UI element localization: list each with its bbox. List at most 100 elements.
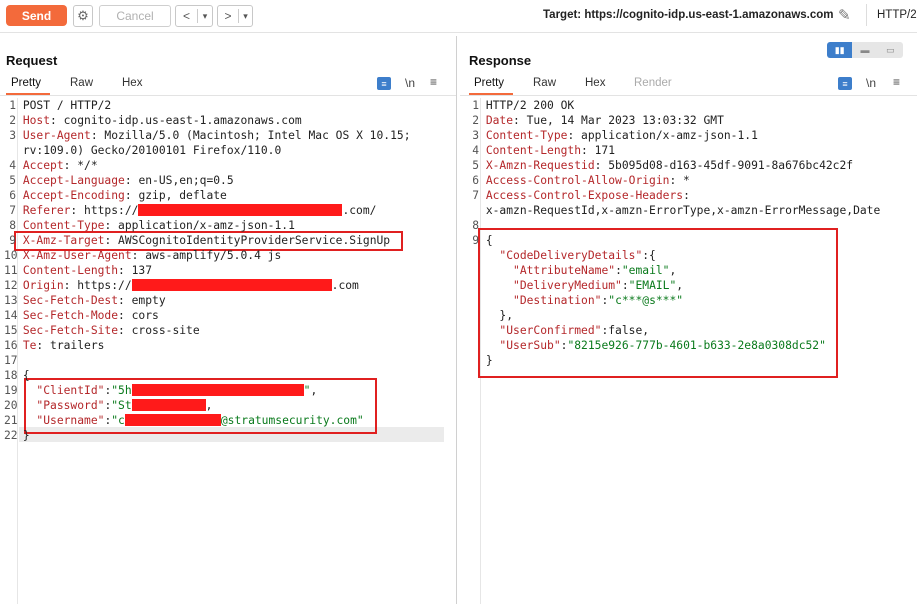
settings-gear-icon[interactable]: ⚙ xyxy=(73,5,93,27)
request-tab-pretty[interactable]: Pretty xyxy=(11,77,41,89)
request-code-line: 21 "Username":"c @stratumsecurity.com" xyxy=(4,413,364,428)
response-code-line: 5 X-Amzn-Requestid: 5b095d08-d163-45df-9… xyxy=(467,158,853,173)
request-line-number: 13 xyxy=(4,294,18,307)
response-tab-raw[interactable]: Raw xyxy=(533,77,556,89)
response-menu-icon[interactable]: ≡ xyxy=(893,75,900,89)
syntax-text: : xyxy=(621,279,629,292)
response-tab-pretty[interactable]: Pretty xyxy=(474,77,504,89)
syntax-key: "Password" xyxy=(36,399,105,412)
response-line-number: 1 xyxy=(472,99,479,112)
request-line-number: 7 xyxy=(9,204,16,217)
syntax-key: Sec-Fetch-Dest xyxy=(22,294,119,307)
response-line-number: 2 xyxy=(472,114,479,127)
syntax-string: "8215e926-777b-4601-b633-2e8a0308dc52" xyxy=(567,339,826,352)
request-line-number: 9 xyxy=(9,234,16,247)
syntax-text: , xyxy=(669,264,677,277)
request-code-line: 20 "Password":"St, xyxy=(4,398,212,413)
syntax-text: : application/x-amz-json-1.1 xyxy=(567,129,758,142)
syntax-text xyxy=(23,384,37,397)
request-code-line: 7 Referer: https:// .com/ xyxy=(4,203,376,218)
syntax-text: x-amzn-RequestId,x-amzn-ErrorType,x-amzn… xyxy=(485,204,881,217)
request-show-newlines-toggle[interactable]: \n xyxy=(405,76,415,90)
syntax-text xyxy=(486,249,500,262)
forward-nav-group[interactable]: > ▾ xyxy=(217,5,253,27)
redaction-bar xyxy=(131,384,304,396)
request-line-number: 17 xyxy=(4,354,18,367)
request-code-line: 19 "ClientId":"5h ", xyxy=(4,383,317,398)
request-code-line: 18 { xyxy=(4,368,30,383)
syntax-key: "Username" xyxy=(36,414,105,427)
syntax-text xyxy=(486,339,500,352)
edit-target-pencil-icon[interactable]: ✎ xyxy=(838,6,851,24)
syntax-text: : https:// xyxy=(70,204,139,217)
forward-button[interactable]: > xyxy=(218,9,239,23)
request-menu-icon[interactable]: ≡ xyxy=(430,75,437,89)
request-tabs-border xyxy=(0,95,456,96)
syntax-key: "DeliveryMedium" xyxy=(513,279,622,292)
syntax-text: : trailers xyxy=(36,339,105,352)
request-line-number: 3 xyxy=(9,129,16,142)
back-history-dropdown-icon[interactable]: ▾ xyxy=(198,11,212,22)
syntax-text xyxy=(486,294,513,307)
cancel-button[interactable]: Cancel xyxy=(99,5,171,27)
syntax-text xyxy=(23,414,37,427)
request-line-number: 5 xyxy=(9,174,16,187)
syntax-text: , xyxy=(205,399,213,412)
syntax-text: : empty xyxy=(118,294,166,307)
response-code-line: 9 { xyxy=(467,233,492,248)
syntax-key: "UserSub" xyxy=(499,339,561,352)
syntax-key: Sec-Fetch-Mode xyxy=(22,309,119,322)
request-editor[interactable]: 1 POST / HTTP/2 2 Host: cognito-idp.us-ea… xyxy=(4,98,454,598)
response-line-number: 4 xyxy=(472,144,479,157)
syntax-string: @stratumsecurity.com" xyxy=(220,414,364,427)
response-code-line: } xyxy=(467,353,493,368)
layout-side-by-side-icon[interactable]: ▮▮ xyxy=(827,42,853,58)
request-line-number: 12 xyxy=(4,279,18,292)
syntax-key: Content-Length xyxy=(485,144,582,157)
request-word-wrap-icon[interactable]: ≡ xyxy=(377,77,391,90)
response-show-newlines-toggle[interactable]: \n xyxy=(866,76,876,90)
forward-history-dropdown-icon[interactable]: ▾ xyxy=(239,11,252,22)
request-code-line: 15 Sec-Fetch-Site: cross-site xyxy=(4,323,200,338)
request-code-line: 1 POST / HTTP/2 xyxy=(4,98,111,113)
syntax-text: : xyxy=(615,264,622,277)
back-button[interactable]: < xyxy=(176,9,198,23)
syntax-key: Access-Control-Allow-Origin xyxy=(485,174,670,187)
response-line-number: 5 xyxy=(472,159,479,172)
response-editor[interactable]: 1 HTTP/2 200 OK 2 Date: Tue, 14 Mar 2023 … xyxy=(467,98,915,598)
syntax-string: "c xyxy=(111,414,125,427)
panel-divider[interactable] xyxy=(456,36,457,604)
syntax-key: X-Amz-User-Agent xyxy=(22,249,132,262)
syntax-text: : 171 xyxy=(581,144,616,157)
back-nav-group[interactable]: < ▾ xyxy=(175,5,213,27)
layout-tabs-icon[interactable]: ▭ xyxy=(877,42,903,58)
response-tabs-border xyxy=(460,95,917,96)
request-line-number: 18 xyxy=(4,369,18,382)
syntax-key: X-Amz-Target xyxy=(22,234,105,247)
layout-stacked-icon[interactable]: ▬ xyxy=(852,42,878,58)
response-code-line: "DeliveryMedium":"EMAIL", xyxy=(467,278,683,293)
response-tab-hex[interactable]: Hex xyxy=(585,77,605,89)
response-code-line: }, xyxy=(467,308,513,323)
request-line-number: 1 xyxy=(9,99,16,112)
syntax-key: Content-Type xyxy=(22,219,105,232)
syntax-string: "email" xyxy=(621,264,670,277)
send-button[interactable]: Send xyxy=(6,5,67,26)
syntax-text: :false, xyxy=(601,324,650,337)
request-tab-hex[interactable]: Hex xyxy=(122,77,142,89)
syntax-text: .com xyxy=(331,279,359,292)
response-code-line: "CodeDeliveryDetails":{ xyxy=(467,248,655,263)
response-tab-render[interactable]: Render xyxy=(634,77,672,89)
syntax-key: X-Amzn-Requestid xyxy=(485,159,595,172)
request-code-line: rv:109.0) Gecko/20100101 Firefox/110.0 xyxy=(4,143,281,158)
response-line-number: 6 xyxy=(472,174,479,187)
request-code-line: 5 Accept-Language: en-US,en;q=0.5 xyxy=(4,173,233,188)
response-word-wrap-icon[interactable]: ≡ xyxy=(838,77,852,90)
request-tab-raw[interactable]: Raw xyxy=(70,77,93,89)
syntax-text: : xyxy=(683,189,690,202)
http-version-label[interactable]: HTTP/2 xyxy=(877,9,917,21)
request-line-number: 22 xyxy=(4,429,18,442)
response-code-line: 8 xyxy=(467,218,486,233)
target-url: Target: https://cognito-idp.us-east-1.am… xyxy=(543,9,834,21)
syntax-key: Content-Type xyxy=(485,129,568,142)
